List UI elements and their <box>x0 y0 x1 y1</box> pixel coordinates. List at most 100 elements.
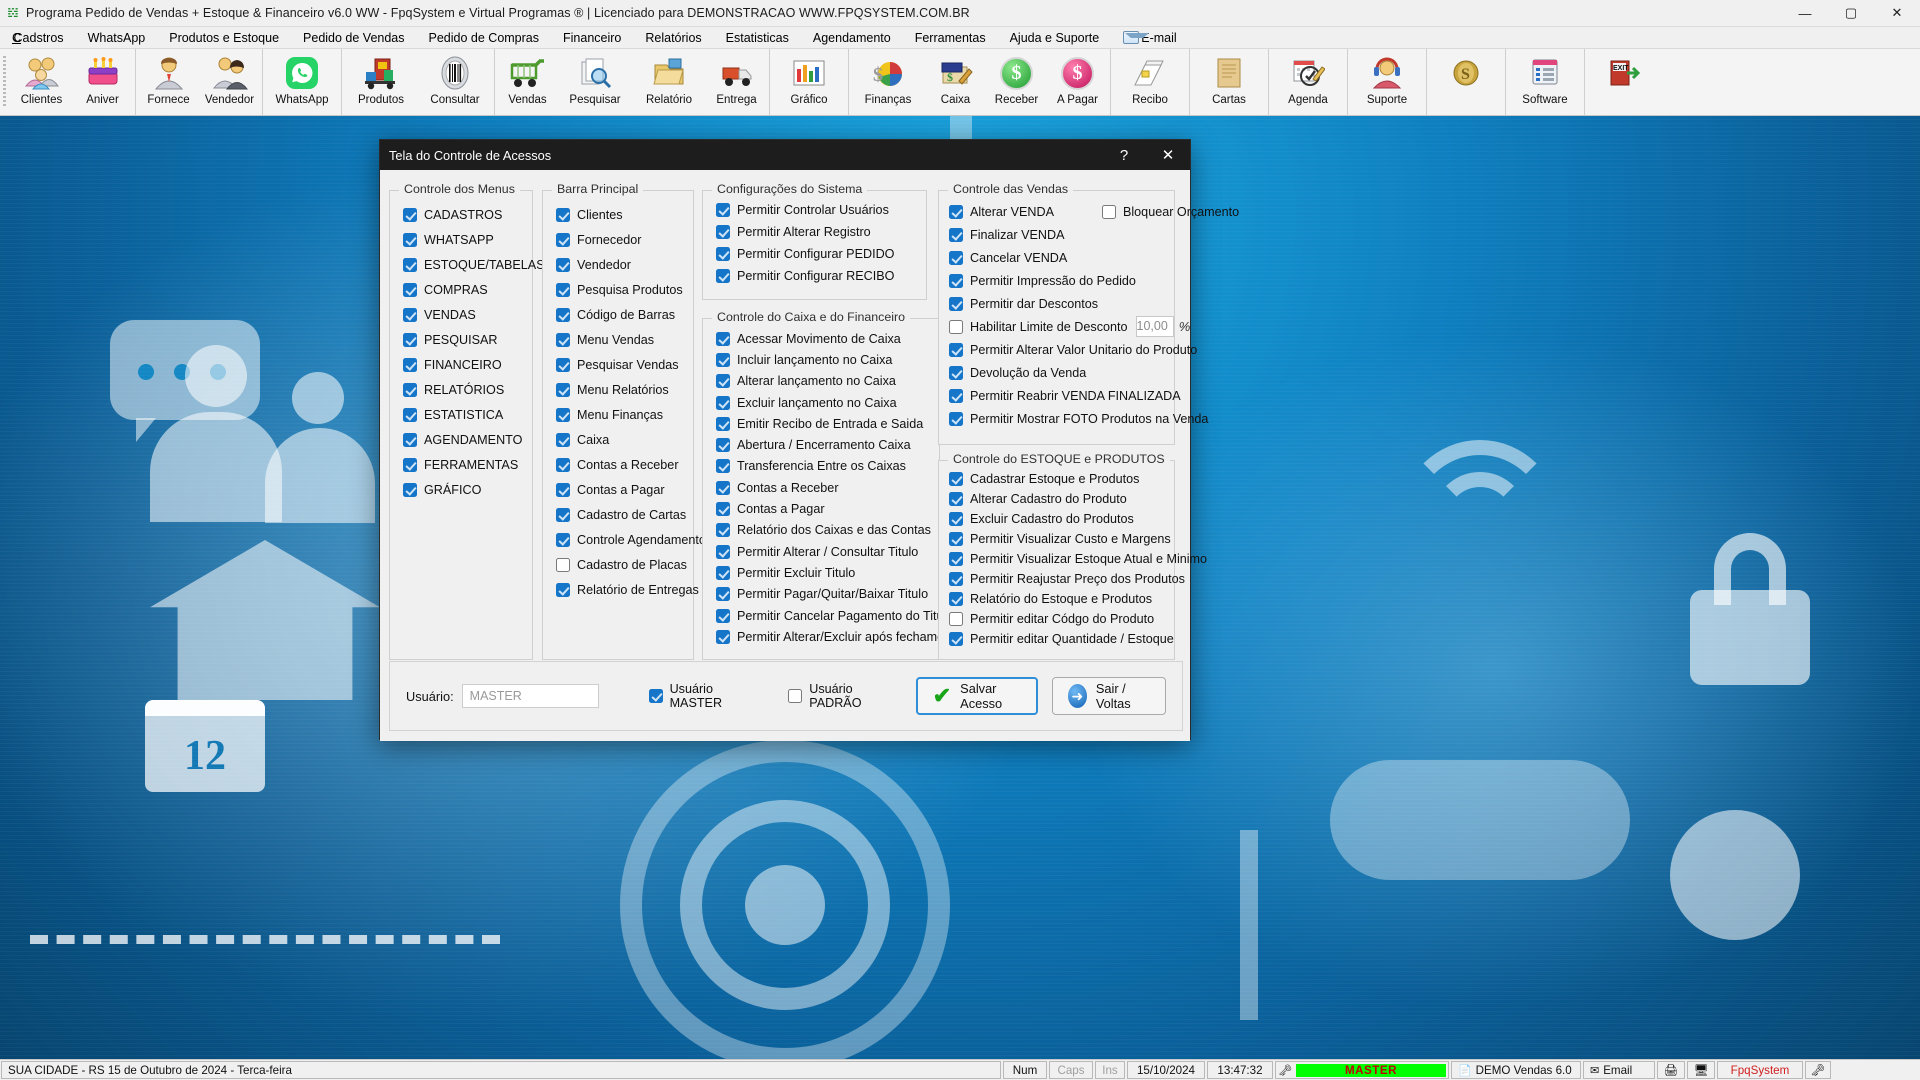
checkbox[interactable] <box>949 411 963 426</box>
toolbar-button-suporte[interactable]: Suporte <box>1350 49 1424 115</box>
checkbox[interactable] <box>716 608 730 623</box>
checkbox[interactable] <box>716 459 730 474</box>
checkbox[interactable] <box>949 592 963 606</box>
checkbox-row[interactable]: Emitir Recibo de Entrada e Saida <box>716 413 939 434</box>
checkbox-row-usuario-padrao[interactable]: Usuário PADRÃO <box>788 682 886 710</box>
checkbox-row[interactable]: Cadastrar Estoque e Produtos <box>949 469 1174 489</box>
checkbox-row[interactable]: Menu Vendas <box>556 327 693 352</box>
toolbar-button-produtos[interactable]: Produtos <box>344 49 418 115</box>
save-access-button[interactable]: ✔ Salvar Acesso <box>915 677 1038 715</box>
checkbox[interactable] <box>716 395 730 410</box>
checkbox-row[interactable]: Abertura / Encerramento Caixa <box>716 434 939 455</box>
checkbox[interactable] <box>949 532 963 546</box>
checkbox[interactable] <box>403 207 417 222</box>
toolbar-button-exit[interactable]: EXIT <box>1587 49 1661 115</box>
checkbox-row[interactable]: Excluir Cadastro do Produtos <box>949 509 1174 529</box>
checkbox-row[interactable]: Controle Agendamento <box>556 527 706 552</box>
checkbox-row[interactable]: Permitir Visualizar Custo e Margens <box>949 529 1174 549</box>
checkbox-row[interactable]: ESTOQUE/TABELAS <box>403 252 545 277</box>
toolbar-button-clientes[interactable]: Clientes <box>11 49 72 115</box>
checkbox-row[interactable]: Alterar Cadastro do Produto <box>949 489 1174 509</box>
checkbox-row[interactable]: Relatório dos Caixas e das Contas <box>716 520 939 541</box>
checkbox-row[interactable]: Caixa <box>556 427 693 452</box>
dialog-close-button[interactable]: ✕ <box>1146 140 1190 170</box>
checkbox[interactable] <box>556 557 570 572</box>
menu-pedido-vendas[interactable]: Pedido de Vendas <box>291 31 416 45</box>
checkbox[interactable] <box>949 342 963 357</box>
checkbox-row-usuario-master[interactable]: Usuário MASTER <box>648 682 747 710</box>
checkbox-row[interactable]: Permitir Configurar PEDIDO <box>716 243 926 265</box>
toolbar-button-caixa[interactable]: $ Caixa <box>925 49 986 115</box>
checkbox-row[interactable]: Excluir lançamento no Caixa <box>716 392 939 413</box>
checkbox[interactable] <box>716 331 730 346</box>
checkbox[interactable] <box>716 352 730 367</box>
checkbox-row[interactable]: Alterar VENDA Bloquear Orçamento <box>949 200 1239 223</box>
checkbox[interactable] <box>403 482 417 497</box>
checkbox-row[interactable]: Permitir Alterar Valor Unitario do Produ… <box>949 338 1197 361</box>
checkbox-row[interactable]: Menu Relatórios <box>556 377 693 402</box>
checkbox[interactable] <box>556 532 570 547</box>
menu-ferramentas[interactable]: Ferramentas <box>903 31 998 45</box>
toolbar-button-whatsapp[interactable]: WhatsApp <box>265 49 339 115</box>
checkbox-row[interactable]: ESTATISTICA <box>403 402 532 427</box>
checkbox-row[interactable]: RELATÓRIOS <box>403 377 532 402</box>
checkbox-row[interactable]: VENDAS <box>403 302 532 327</box>
checkbox-row[interactable]: Fornecedor <box>556 227 693 252</box>
exit-button[interactable]: ➜ Sair / Voltas <box>1051 677 1166 715</box>
minimize-button[interactable]: — <box>1782 0 1828 27</box>
checkbox[interactable] <box>403 332 417 347</box>
checkbox[interactable] <box>716 203 730 217</box>
checkbox-row[interactable]: Clientes <box>556 202 693 227</box>
discount-limit-input[interactable]: 10,00 <box>1135 316 1174 337</box>
checkbox[interactable] <box>716 416 730 431</box>
toolbar-button-coin[interactable]: S <box>1429 49 1503 115</box>
checkbox[interactable] <box>403 282 417 297</box>
checkbox[interactable] <box>556 432 570 447</box>
maximize-button[interactable]: ▢ <box>1828 0 1874 27</box>
checkbox[interactable] <box>556 382 570 397</box>
toolbar-button-fornece[interactable]: Fornece <box>138 49 199 115</box>
checkbox[interactable] <box>556 482 570 497</box>
checkbox-row[interactable]: Permitir Mostrar FOTO Produtos na Venda <box>949 407 1208 430</box>
checkbox[interactable] <box>403 457 417 472</box>
toolbar-button-entrega[interactable]: Entrega <box>706 49 767 115</box>
checkbox[interactable] <box>556 282 570 297</box>
checkbox-row[interactable]: Transferencia Entre os Caixas <box>716 456 939 477</box>
checkbox[interactable] <box>403 357 417 372</box>
checkbox-row[interactable]: Permitir Controlar Usuários <box>716 199 926 221</box>
checkbox[interactable] <box>716 544 730 559</box>
checkbox[interactable] <box>716 225 730 239</box>
checkbox-row[interactable]: Cancelar VENDA <box>949 246 1174 269</box>
checkbox[interactable] <box>403 307 417 322</box>
toolbar-button-vendas[interactable]: Vendas <box>497 49 558 115</box>
checkbox-row[interactable]: Vendedor <box>556 252 693 277</box>
status-email[interactable]: ✉ Email <box>1582 1061 1655 1079</box>
checkbox-row[interactable]: Permitir Configurar RECIBO <box>716 265 926 287</box>
toolbar-button-recibo[interactable]: Recibo <box>1113 49 1187 115</box>
menu-agendamento[interactable]: Agendamento <box>801 31 903 45</box>
toolbar-button-vendedor[interactable]: Vendedor <box>199 49 260 115</box>
toolbar-button-apagar[interactable]: $ A Pagar <box>1047 49 1108 115</box>
checkbox[interactable] <box>949 388 963 403</box>
checkbox-row[interactable]: Permitir Alterar/Excluir após fechamento <box>716 626 962 647</box>
user-input[interactable]: MASTER <box>461 684 599 708</box>
checkbox[interactable] <box>556 232 570 247</box>
checkbox-row[interactable]: Alterar lançamento no Caixa <box>716 371 939 392</box>
menu-estatisticas[interactable]: Estatisticas <box>714 31 801 45</box>
checkbox-row[interactable]: Relatório de Entregas <box>556 577 699 602</box>
menu-financeiro[interactable]: Financeiro <box>551 31 633 45</box>
toolbar-button-consultar[interactable]: Consultar <box>418 49 492 115</box>
checkbox-row[interactable]: Permitir dar Descontos <box>949 292 1174 315</box>
checkbox[interactable] <box>556 307 570 322</box>
checkbox-row[interactable]: CADASTROS <box>403 202 532 227</box>
checkbox-row[interactable]: Cadastro de Cartas <box>556 502 693 527</box>
toolbar-button-financas[interactable]: $ Finanças <box>851 49 925 115</box>
checkbox[interactable] <box>716 480 730 495</box>
checkbox-row[interactable]: Permitir Alterar / Consultar Titulo <box>716 541 939 562</box>
checkbox-row[interactable]: PESQUISAR <box>403 327 532 352</box>
checkbox[interactable] <box>949 512 963 526</box>
checkbox[interactable] <box>556 407 570 422</box>
checkbox[interactable] <box>949 492 963 506</box>
dialog-help-button[interactable]: ? <box>1102 140 1146 170</box>
checkbox-row[interactable]: Permitir Impressão do Pedido <box>949 269 1174 292</box>
